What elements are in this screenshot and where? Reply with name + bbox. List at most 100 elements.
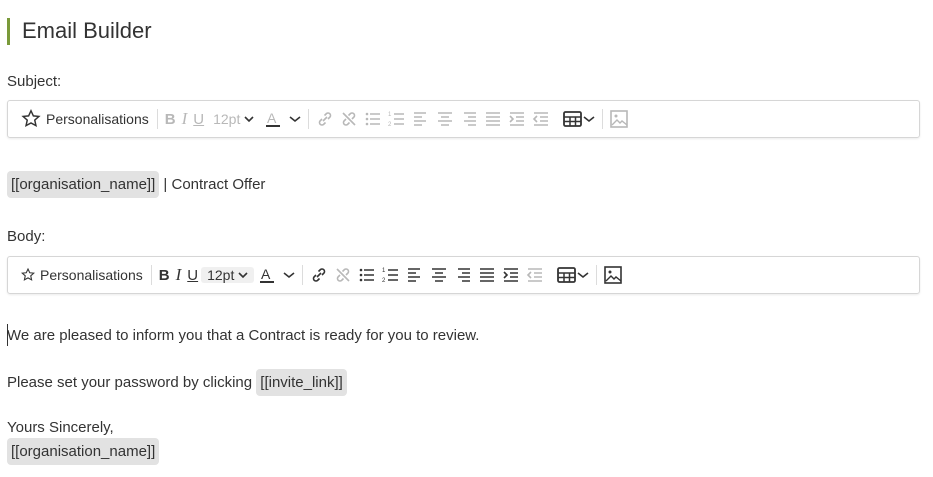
indent-button[interactable] — [502, 262, 520, 288]
italic-button[interactable]: I — [182, 106, 188, 132]
bullet-list-icon — [366, 112, 381, 126]
page-header: Email Builder — [7, 17, 152, 45]
outdent-button[interactable] — [526, 262, 544, 288]
body-toolbar: Personalisations B I U 12pt A 12 — [7, 256, 920, 294]
body-label: Body: — [7, 228, 46, 245]
personalisations-label: Personalisations — [46, 111, 149, 127]
image-button[interactable] — [610, 106, 629, 132]
svg-text:A: A — [261, 266, 271, 282]
subject-label: Subject: — [7, 73, 62, 90]
toolbar-divider — [308, 109, 310, 129]
italic-icon: I — [175, 265, 182, 284]
underline-button[interactable]: U — [187, 262, 198, 288]
outdent-icon — [533, 112, 549, 126]
page-title: Email Builder — [22, 18, 152, 43]
body-line-1[interactable]: We are pleased to inform you that a Cont… — [7, 327, 479, 344]
justify-icon — [480, 268, 495, 282]
table-icon — [557, 267, 577, 283]
body-line-2-text: Please set your password by clicking — [7, 374, 257, 391]
align-right-icon — [464, 112, 477, 126]
chevron-down-icon — [583, 116, 595, 123]
toolbar-divider — [596, 265, 598, 285]
personalisation-tag: [[organisation_name]] — [7, 171, 160, 198]
bold-button[interactable]: B — [165, 106, 176, 132]
personalisations-label: Personalisations — [40, 267, 143, 283]
align-left-button[interactable] — [412, 106, 430, 132]
align-left-button[interactable] — [406, 262, 424, 288]
justify-icon — [486, 112, 501, 126]
chevron-down-icon — [238, 272, 248, 279]
table-button[interactable] — [557, 262, 589, 288]
subject-text: | Contract Offer — [159, 176, 266, 193]
underline-icon: U — [193, 110, 205, 128]
numbered-list-button[interactable]: 12 — [388, 106, 406, 132]
align-right-button[interactable] — [454, 262, 472, 288]
image-icon — [610, 110, 629, 128]
link-button[interactable] — [316, 106, 334, 132]
svg-text:A: A — [267, 110, 277, 126]
table-icon — [563, 111, 583, 127]
body-personalisations-button[interactable]: Personalisations — [16, 267, 147, 283]
body-line-3[interactable]: Yours Sincerely, — [7, 419, 114, 436]
italic-icon: I — [181, 109, 188, 128]
subject-personalisations-button[interactable]: Personalisations — [16, 108, 153, 130]
justify-button[interactable] — [478, 262, 496, 288]
bullet-list-icon — [360, 268, 375, 282]
image-icon — [604, 266, 623, 284]
bullet-list-button[interactable] — [364, 106, 382, 132]
text-color-icon: A — [260, 266, 275, 283]
align-right-icon — [458, 268, 471, 282]
align-center-button[interactable] — [430, 262, 448, 288]
bold-button[interactable]: B — [159, 262, 170, 288]
unlink-icon — [342, 112, 356, 126]
link-icon — [313, 268, 326, 282]
align-left-icon — [414, 112, 427, 126]
title-accent-bar — [7, 17, 10, 45]
body-line-4[interactable]: [[organisation_name]] — [7, 438, 160, 465]
outdent-button[interactable] — [532, 106, 550, 132]
numbered-list-icon: 12 — [382, 268, 399, 284]
italic-button[interactable]: I — [176, 262, 182, 288]
align-right-button[interactable] — [460, 106, 478, 132]
underline-button[interactable]: U — [193, 106, 204, 132]
numbered-list-icon: 12 — [388, 112, 405, 128]
chevron-down-icon — [289, 116, 301, 123]
subject-content[interactable]: [[organisation_name]] | Contract Offer — [7, 171, 265, 198]
bullet-list-button[interactable] — [358, 262, 376, 288]
personalisation-tag: [[organisation_name]] — [7, 438, 160, 465]
image-button[interactable] — [604, 262, 623, 288]
link-button[interactable] — [310, 262, 328, 288]
align-center-icon — [438, 112, 453, 126]
font-size-value: 12pt — [207, 267, 235, 283]
numbered-list-button[interactable]: 12 — [382, 262, 400, 288]
underline-icon: U — [187, 266, 199, 284]
outdent-icon — [527, 268, 543, 282]
svg-text:1: 1 — [388, 112, 392, 118]
text-color-icon: A — [266, 110, 281, 127]
unlink-button[interactable] — [340, 106, 358, 132]
svg-text:2: 2 — [382, 278, 386, 284]
unlink-button[interactable] — [334, 262, 352, 288]
chevron-down-icon — [244, 116, 254, 123]
text-color-dropdown[interactable] — [283, 262, 295, 288]
toolbar-divider — [150, 265, 152, 285]
align-left-icon — [408, 268, 421, 282]
indent-icon — [509, 112, 525, 126]
font-size-select[interactable]: 12pt — [207, 111, 260, 127]
align-center-button[interactable] — [436, 106, 454, 132]
justify-button[interactable] — [484, 106, 502, 132]
font-size-value: 12pt — [213, 111, 241, 127]
bold-icon: B — [158, 266, 170, 284]
link-icon — [319, 112, 332, 126]
table-button[interactable] — [563, 106, 595, 132]
text-color-button[interactable]: A — [257, 262, 277, 288]
indent-button[interactable] — [508, 106, 526, 132]
font-size-select[interactable]: 12pt — [201, 267, 255, 283]
text-color-button[interactable]: A — [263, 106, 283, 132]
text-color-dropdown[interactable] — [289, 106, 301, 132]
toolbar-divider — [156, 109, 158, 129]
subject-toolbar: Personalisations B I U 12pt A 12 — [7, 100, 920, 138]
star-icon — [21, 267, 35, 281]
bold-icon: B — [164, 110, 176, 128]
body-line-2[interactable]: Please set your password by clicking [[i… — [7, 369, 347, 396]
